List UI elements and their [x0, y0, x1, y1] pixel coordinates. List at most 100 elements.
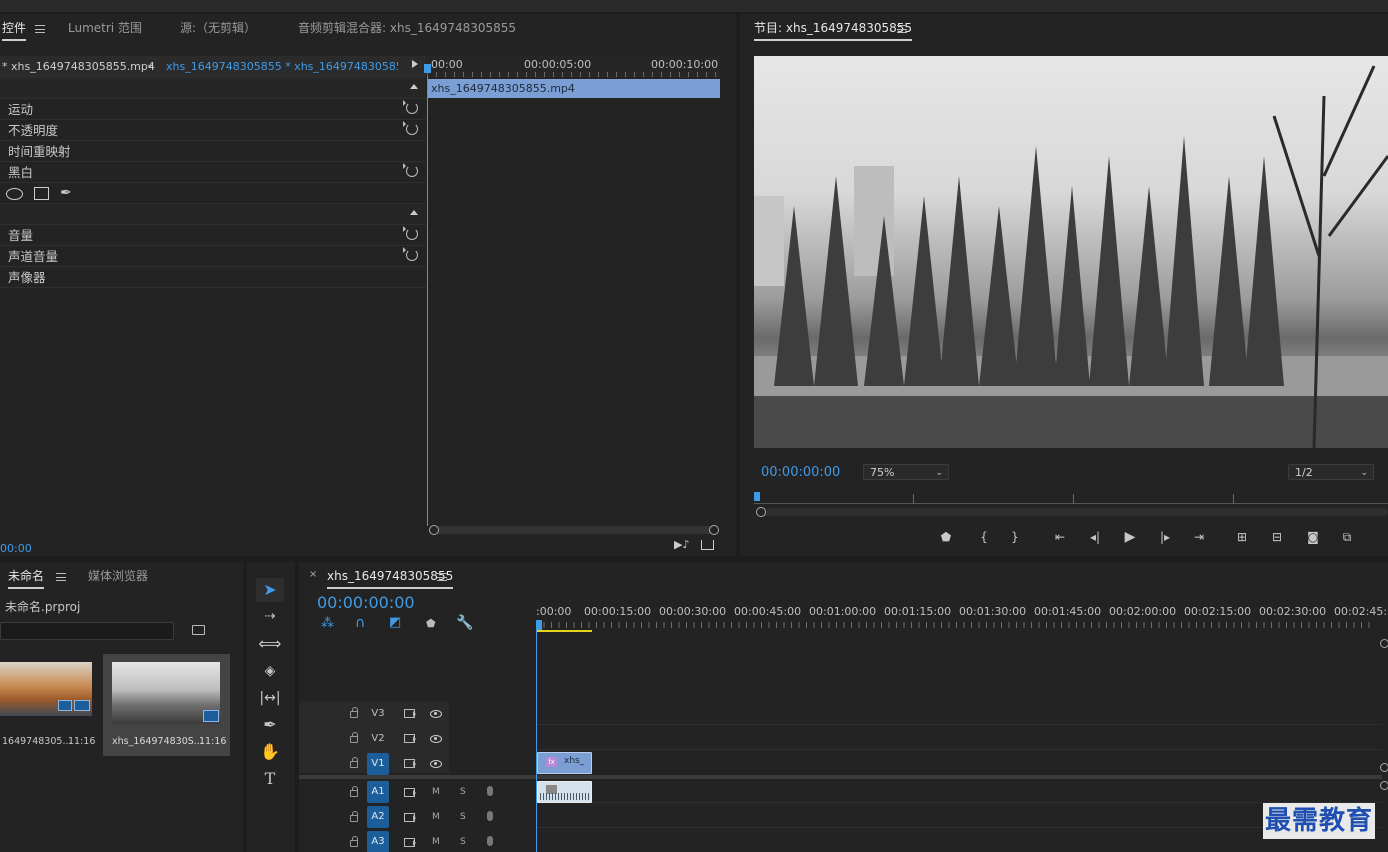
panel-menu-icon[interactable] — [56, 573, 66, 581]
camera-icon[interactable]: ◙ — [1303, 528, 1323, 546]
timeline-playhead-handle[interactable] — [536, 620, 542, 630]
pen-tool-icon[interactable]: ✒ — [256, 713, 284, 737]
tab-effect-controls[interactable]: 控件 — [2, 14, 27, 42]
play-audio-icon[interactable]: ▶♪ — [674, 538, 689, 551]
lock-icon[interactable] — [350, 786, 358, 797]
tab-source[interactable]: 源:（无剪辑） — [180, 14, 256, 42]
reset-icon[interactable] — [403, 163, 418, 177]
mute-button[interactable]: M — [432, 787, 440, 797]
lock-icon[interactable] — [350, 732, 358, 743]
lock-icon[interactable] — [350, 757, 358, 768]
chevron-down-icon[interactable]: ⌄ — [146, 59, 154, 70]
wrench-icon[interactable]: 🔧 — [456, 615, 473, 631]
pen-mask-icon[interactable]: ✒ — [60, 183, 72, 204]
sync-lock-film-icon[interactable] — [404, 734, 416, 743]
close-tab-icon[interactable]: × — [309, 569, 317, 580]
eye-icon[interactable] — [430, 710, 442, 718]
tab-media-browser[interactable]: 媒体浏览器 — [88, 562, 148, 590]
effect-row-volume[interactable]: 音量 — [0, 225, 426, 246]
lock-icon[interactable] — [350, 707, 358, 718]
razor-tool-icon[interactable]: ◈ — [256, 659, 284, 683]
comparison-view-icon[interactable]: ⧉ — [1337, 528, 1357, 546]
nest-icon[interactable]: ⁂ — [321, 616, 334, 631]
program-monitor-title[interactable]: 节目: xhs_1649748305855 — [754, 14, 913, 42]
effect-row-opacity[interactable]: 不透明度 — [0, 120, 426, 141]
track-a3-label[interactable]: A3 — [367, 831, 389, 852]
track-select-tool-icon[interactable]: ⇢ — [256, 605, 284, 629]
program-playhead[interactable] — [754, 492, 760, 501]
selection-tool-icon[interactable]: ➤ — [256, 578, 284, 602]
new-bin-icon[interactable] — [192, 625, 205, 635]
program-zoom-scrollbar[interactable] — [756, 507, 1388, 517]
reset-icon[interactable] — [403, 247, 418, 261]
lift-icon[interactable]: ⊞ — [1232, 528, 1252, 546]
resolution-dropdown[interactable]: 1/2 ⌄ — [1288, 464, 1374, 480]
audio-clip[interactable] — [537, 781, 592, 803]
track-a2-label[interactable]: A2 — [367, 806, 389, 828]
mic-icon[interactable] — [487, 836, 493, 846]
program-video-frame[interactable] — [754, 56, 1388, 448]
step-forward-icon[interactable]: |▸ — [1155, 528, 1175, 546]
collapse-up-icon[interactable] — [410, 210, 418, 215]
mini-playhead-handle[interactable] — [424, 64, 431, 73]
lock-icon[interactable] — [350, 836, 358, 847]
go-to-out-icon[interactable]: ⇥ — [1189, 528, 1209, 546]
add-marker-icon[interactable]: ⬟ — [426, 617, 436, 630]
video-effects-header[interactable] — [0, 78, 426, 99]
timeline-tab[interactable]: xhs_1649748305855 — [327, 562, 454, 590]
mini-ruler[interactable]: 00:00 00:00:05:00 00:00:10:00 — [427, 56, 721, 78]
effect-controls-timecode[interactable]: 00:00 — [0, 542, 32, 555]
video-clip[interactable]: fx xhs_ — [537, 752, 592, 774]
snap-magnet-icon[interactable]: ∩ — [355, 615, 365, 631]
play-triangle-icon[interactable] — [412, 60, 418, 68]
slip-tool-icon[interactable]: |↔| — [256, 686, 284, 710]
audio-effects-header[interactable] — [0, 204, 426, 225]
reset-icon[interactable] — [403, 121, 418, 135]
effect-row-channel-volume[interactable]: 声道音量 — [0, 246, 426, 267]
effect-row-black-white[interactable]: 黑白 — [0, 162, 426, 183]
tab-audio-clip-mixer[interactable]: 音频剪辑混合器: xhs_1649748305855 — [298, 14, 516, 42]
scroll-handle-left[interactable] — [429, 525, 439, 535]
panel-menu-icon[interactable] — [897, 25, 907, 33]
mark-in-icon[interactable]: { — [974, 528, 994, 546]
timeline-timecode[interactable]: 00:00:00:00 — [317, 593, 415, 612]
linked-selection-icon[interactable]: ◩ — [389, 615, 401, 630]
mute-button[interactable]: M — [432, 837, 440, 847]
project-search-input[interactable] — [0, 622, 174, 640]
sequence-clip-label[interactable]: xhs_1649748305855 * xhs_1649748305855... — [166, 60, 398, 73]
ellipse-mask-icon[interactable] — [6, 188, 23, 200]
effect-row-motion[interactable]: 运动 — [0, 99, 426, 120]
rectangle-mask-icon[interactable] — [34, 187, 49, 200]
track-v2-label[interactable]: V2 — [367, 728, 389, 750]
project-item-2[interactable]: xhs_164974830S... 11:16 — [103, 654, 230, 756]
track-a1-label[interactable]: A1 — [367, 781, 389, 803]
program-scrub-ruler[interactable] — [754, 494, 1388, 504]
scroll-handle[interactable] — [1380, 639, 1388, 648]
mic-icon[interactable] — [487, 811, 493, 821]
extract-icon[interactable]: ⊟ — [1267, 528, 1287, 546]
mute-button[interactable]: M — [432, 812, 440, 822]
zoom-dropdown[interactable]: 75% ⌄ — [863, 464, 949, 480]
solo-button[interactable]: S — [460, 787, 466, 797]
export-icon[interactable] — [701, 540, 714, 550]
tab-project[interactable]: 未命名 — [8, 562, 45, 590]
reset-icon[interactable] — [403, 226, 418, 240]
sync-lock-film-icon[interactable] — [404, 759, 416, 768]
project-item-1[interactable]: 1649748305... 11:16 — [0, 654, 100, 756]
go-to-in-icon[interactable]: ⇤ — [1050, 528, 1070, 546]
scroll-handle[interactable] — [1380, 781, 1388, 790]
scroll-handle[interactable] — [1380, 763, 1388, 772]
solo-button[interactable]: S — [460, 837, 466, 847]
reset-icon[interactable] — [403, 100, 418, 114]
timeline-ruler[interactable]: :00:00 00:00:15:00 00:00:30:00 00:00:45:… — [536, 602, 1388, 632]
mini-playhead[interactable] — [427, 76, 428, 526]
collapse-up-icon[interactable] — [410, 84, 418, 89]
sync-lock-film-icon[interactable] — [404, 813, 416, 822]
mini-zoom-scrollbar[interactable] — [429, 525, 719, 535]
lock-icon[interactable] — [350, 811, 358, 822]
track-v1-label[interactable]: V1 — [367, 753, 389, 775]
scroll-handle-right[interactable] — [709, 525, 719, 535]
solo-button[interactable]: S — [460, 812, 466, 822]
effect-row-panner[interactable]: 声像器 — [0, 267, 426, 288]
sync-lock-film-icon[interactable] — [404, 838, 416, 847]
